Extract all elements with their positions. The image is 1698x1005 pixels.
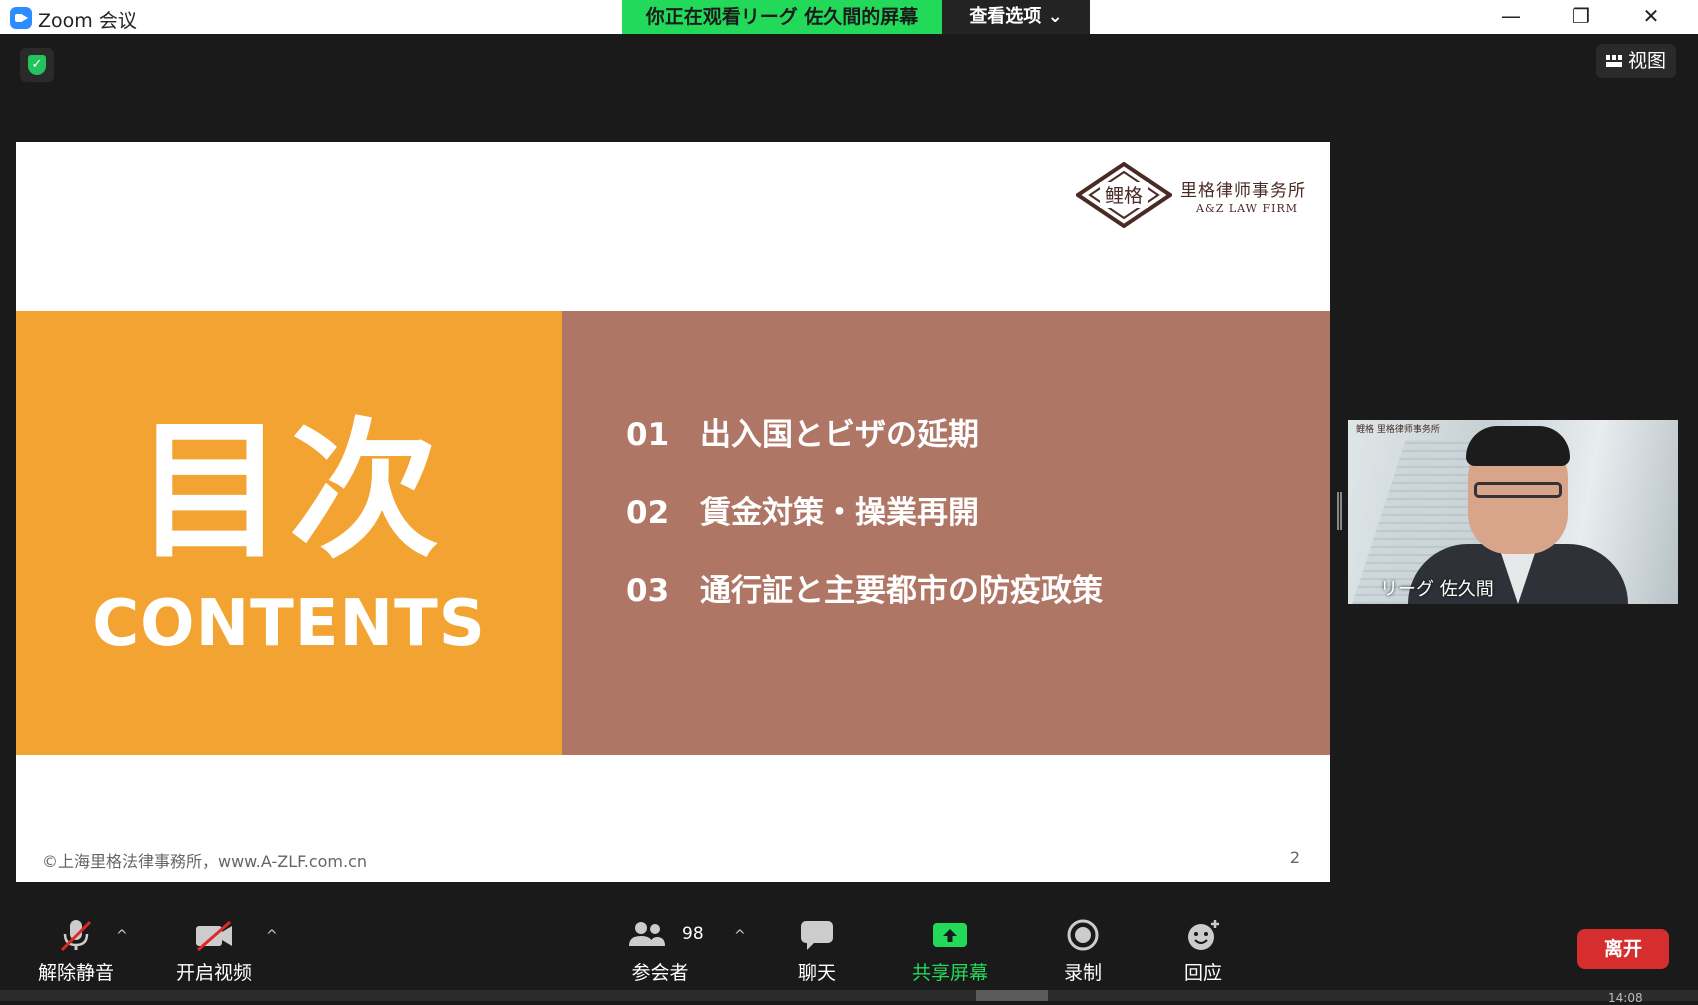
record-icon [1067, 919, 1099, 951]
firm-logo: 鲤格 里格律师事务所 A&Z LAW FIRM [1076, 162, 1326, 232]
toc-number: 03 [626, 573, 670, 609]
scrollbar-thumb[interactable] [976, 990, 1048, 1001]
leave-meeting-button[interactable]: 离开 [1577, 929, 1669, 969]
chat-label: 聊天 [797, 962, 836, 984]
view-label: 视图 [1628, 50, 1667, 72]
window-titlebar: Zoom 会议 你正在观看リーグ 佐久間的屏幕 查看选项 ⌄ — ❐ ✕ [0, 0, 1698, 34]
security-shield-button[interactable]: ✓ [20, 48, 54, 82]
close-button[interactable]: ✕ [1616, 0, 1686, 34]
minimize-button[interactable]: — [1476, 0, 1546, 34]
reactions-button[interactable]: 回应 [1166, 900, 1240, 990]
toc-number: 01 [626, 417, 670, 453]
audio-options-caret[interactable]: ^ [116, 928, 128, 944]
slide-title-en: CONTENTS [92, 587, 486, 661]
slide-page-number: 2 [1289, 848, 1300, 867]
viewing-share-banner: 你正在观看リーグ 佐久間的屏幕 [622, 0, 942, 34]
reaction-smiley-icon [1188, 920, 1219, 950]
toc-number: 02 [626, 495, 670, 531]
reactions-label: 回应 [1183, 962, 1222, 984]
firm-name-en: A&Z LAW FIRM [1196, 202, 1299, 215]
participant-name: リーグ 佐久間 [1380, 579, 1494, 600]
view-options-button[interactable]: 查看选项 ⌄ [942, 0, 1090, 34]
zoom-app-icon [10, 7, 32, 29]
slide-title-jp: 目次 [134, 405, 443, 579]
maximize-button[interactable]: ❐ [1546, 0, 1616, 34]
horizontal-scrollbar[interactable] [0, 990, 1698, 1001]
record-label: 录制 [1063, 962, 1102, 984]
start-video-label: 开启视频 [175, 962, 252, 984]
toc-item: 03 通行証と主要都市の防疫政策 [626, 565, 1103, 610]
share-screen-icon [933, 923, 967, 947]
toc-text: 出入国とビザの延期 [700, 417, 979, 453]
share-screen-label: 共享屏幕 [911, 962, 988, 984]
title-panel: 目次 CONTENTS [16, 311, 562, 755]
chat-button[interactable]: 聊天 [780, 900, 854, 990]
participants-count: 98 [682, 924, 704, 944]
record-button[interactable]: 录制 [1046, 900, 1120, 990]
clock-readout: 14:08 [1608, 991, 1643, 1005]
participants-options-caret[interactable]: ^ [734, 928, 746, 944]
slide-footer-copyright: ©上海里格法律事務所，www.A-ZLF.com.cn [42, 852, 368, 871]
logo-mark-text: 鲤格 [1105, 185, 1143, 207]
shield-check-icon: ✓ [28, 55, 46, 75]
participant-video-tile[interactable]: 鲤格 里格律师事务所 リーグ 佐久間 [1348, 420, 1678, 604]
unmute-label: 解除静音 [37, 962, 114, 984]
video-background-logo: 鲤格 里格律师事务所 [1356, 425, 1440, 435]
video-options-caret[interactable]: ^ [266, 928, 278, 944]
muted-mic-icon [60, 920, 92, 952]
share-screen-button[interactable]: 共享屏幕 [904, 900, 996, 990]
participant-glasses [1474, 482, 1562, 498]
toc-item: 02 賃金対策・操業再開 [626, 487, 979, 532]
participants-label: 参会者 [631, 962, 689, 984]
view-layout-button[interactable]: 视图 [1596, 44, 1676, 78]
grid-view-icon [1606, 55, 1622, 67]
participants-icon [629, 922, 666, 946]
firm-logo-mark-icon: 鲤格 [1076, 162, 1172, 228]
unmute-button[interactable]: 解除静音 [30, 900, 122, 990]
firm-name-cn: 里格律师事务所 [1180, 181, 1306, 201]
participants-button[interactable]: 98 参会者 [620, 900, 704, 990]
toc-panel: 01 出入国とビザの延期 02 賃金対策・操業再開 03 通行証と主要都市の防疫政策 [562, 311, 1330, 755]
meeting-toolbar: 解除静音 ^ 开启视频 ^ 98 参会者 ^ 聊天 共享屏幕 录制 回应 [0, 900, 1698, 990]
start-video-button[interactable]: 开启视频 [168, 900, 260, 990]
shared-screen-slide: 鲤格 里格律师事务所 A&Z LAW FIRM 目次 CONTENTS 01 出入… [16, 142, 1330, 882]
panel-resize-handle[interactable] [1337, 492, 1342, 530]
chat-bubble-icon [801, 921, 833, 950]
video-off-icon [196, 920, 232, 952]
toc-text: 賃金対策・操業再開 [700, 495, 979, 531]
toc-text: 通行証と主要都市の防疫政策 [700, 573, 1103, 609]
window-title: Zoom 会议 [38, 10, 137, 32]
toc-item: 01 出入国とビザの延期 [626, 409, 979, 454]
